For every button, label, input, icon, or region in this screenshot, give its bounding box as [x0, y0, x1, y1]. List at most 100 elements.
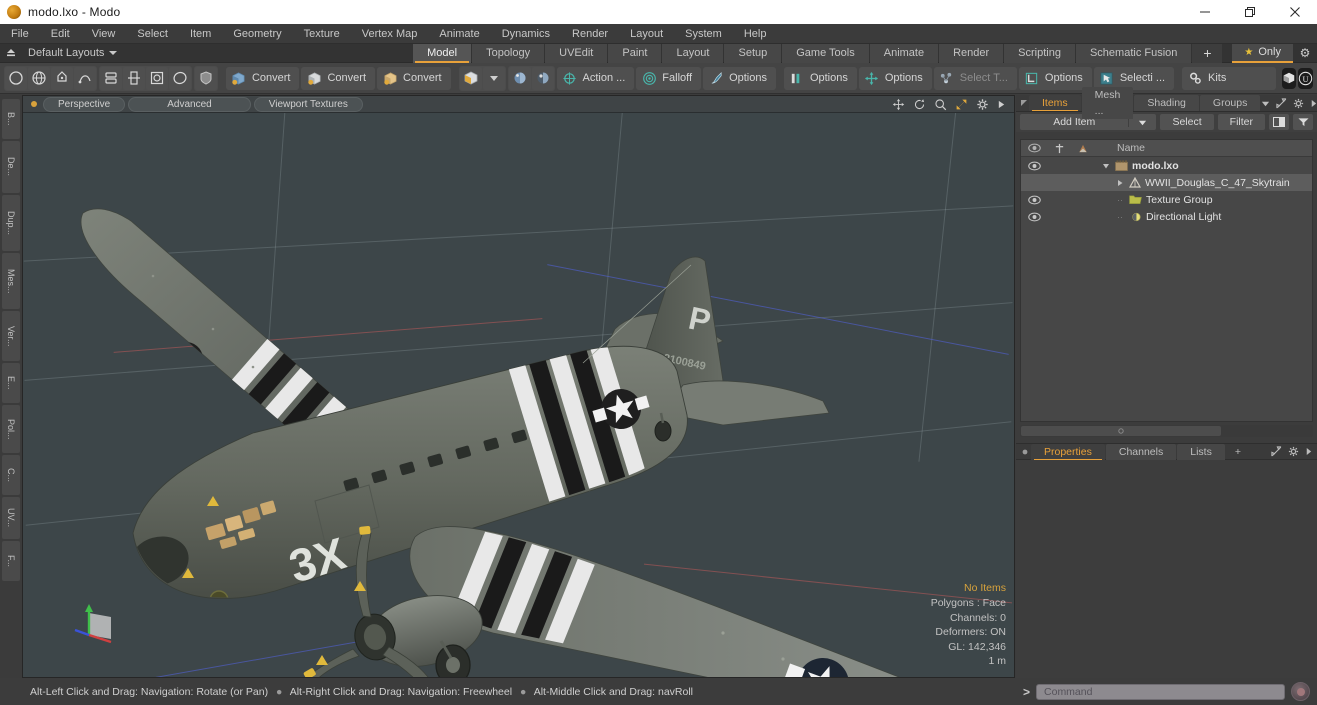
tab-groups[interactable]: Groups — [1199, 95, 1261, 111]
tab-shading[interactable]: Shading — [1134, 95, 1199, 111]
left-tool-tab-0[interactable]: B... — [2, 99, 20, 139]
menu-item-file[interactable]: File — [0, 24, 40, 44]
chevron-down-icon[interactable] — [1261, 99, 1270, 108]
menu-item-select[interactable]: Select — [126, 24, 179, 44]
sphere-blue-icon[interactable] — [508, 66, 531, 90]
ellipse-icon[interactable] — [169, 66, 191, 90]
menu-item-help[interactable]: Help — [733, 24, 778, 44]
more-icon[interactable] — [1305, 447, 1312, 456]
tab-mesh[interactable]: Mesh ... — [1081, 87, 1134, 119]
left-tool-tab-8[interactable]: UV... — [2, 497, 20, 539]
menu-item-view[interactable]: View — [81, 24, 127, 44]
convert-button-3[interactable]: Convert — [377, 66, 451, 90]
tree-row-name-cell[interactable]: ·· Texture Group — [1095, 194, 1213, 206]
restore-icon[interactable] — [1227, 0, 1272, 24]
shield-icon[interactable] — [195, 66, 217, 90]
eye-icon[interactable] — [1021, 195, 1047, 205]
left-tool-tab-9[interactable]: F... — [2, 541, 20, 581]
cube-dropdown-caret[interactable] — [482, 66, 505, 90]
circle-icon[interactable] — [5, 66, 27, 90]
funnel-icon[interactable] — [1293, 114, 1313, 130]
bezier-icon[interactable] — [74, 66, 96, 90]
tab-properties[interactable]: Properties — [1031, 443, 1105, 460]
menu-item-texture[interactable]: Texture — [293, 24, 351, 44]
layout-tab-game-tools[interactable]: Game Tools — [782, 43, 869, 63]
chevron-right-icon[interactable] — [1115, 179, 1125, 187]
move-options-button[interactable]: Options — [858, 66, 932, 90]
viewport-pill-perspective[interactable]: Perspective — [43, 96, 126, 112]
select-button[interactable]: Select — [1160, 114, 1214, 130]
left-tool-tab-1[interactable]: De... — [2, 141, 20, 193]
menu-item-item[interactable]: Item — [179, 24, 222, 44]
lasso-options-button[interactable]: Options — [1018, 66, 1092, 90]
only-toggle-button[interactable]: ★ Only — [1232, 43, 1293, 63]
tree-row-name-cell[interactable]: ·· Directional Light — [1095, 211, 1221, 223]
falloff-button[interactable]: Falloff — [636, 66, 702, 90]
pen-icon[interactable] — [51, 66, 73, 90]
zoom-icon[interactable] — [934, 98, 947, 111]
menu-item-dynamics[interactable]: Dynamics — [491, 24, 561, 44]
filter-button[interactable]: Filter — [1217, 114, 1265, 130]
cube-yellow-icon[interactable] — [459, 66, 482, 90]
viewport-pill-textures[interactable]: Viewport Textures — [253, 96, 363, 112]
select-through-button[interactable]: Select T... — [933, 66, 1017, 90]
tree-row[interactable]: ·· Texture Group — [1021, 191, 1312, 208]
more-icon[interactable] — [1310, 99, 1317, 108]
layout-tab-setup[interactable]: Setup — [724, 43, 782, 63]
close-icon[interactable] — [1272, 0, 1317, 24]
globe-icon[interactable] — [28, 66, 50, 90]
tab-channels[interactable]: Channels — [1105, 443, 1177, 460]
tree-row[interactable]: ·· Directional Light — [1021, 208, 1312, 225]
action-center-button[interactable]: Action ... — [556, 66, 635, 90]
left-tool-tab-3[interactable]: Mes... — [2, 253, 20, 309]
panel-toggle-icon[interactable] — [1269, 114, 1289, 130]
menu-item-render[interactable]: Render — [561, 24, 619, 44]
menu-item-animate[interactable]: Animate — [428, 24, 490, 44]
kits-button[interactable]: Kits — [1182, 66, 1277, 90]
viewport-gear-icon[interactable] — [976, 98, 989, 111]
add-layout-tab-button[interactable]: + — [1192, 43, 1223, 63]
viewport-menu-dot-icon[interactable] — [31, 101, 37, 107]
layout-tab-paint[interactable]: Paint — [608, 43, 662, 63]
tree-row-name-cell[interactable]: WWII_Douglas_C_47_Skytrain — [1095, 176, 1290, 189]
left-tool-tab-6[interactable]: Pol... — [2, 405, 20, 453]
tab-items[interactable]: Items — [1029, 95, 1081, 111]
fit-icon[interactable] — [955, 98, 968, 111]
bars-options-button[interactable]: Options — [783, 66, 857, 90]
chevron-down-icon[interactable] — [1101, 162, 1111, 170]
home-up-icon[interactable] — [0, 47, 22, 59]
pan-icon[interactable] — [892, 98, 905, 111]
sphere-dark-icon[interactable] — [531, 66, 554, 90]
gear-icon[interactable] — [1293, 98, 1304, 109]
viewport-more-icon[interactable] — [997, 99, 1006, 110]
gear-icon[interactable] — [1288, 446, 1299, 457]
unreal-badge-icon[interactable]: U — [1298, 67, 1314, 89]
left-tool-tab-2[interactable]: Dup... — [2, 195, 20, 251]
menu-item-edit[interactable]: Edit — [40, 24, 81, 44]
layout-tab-uvedit[interactable]: UVEdit — [545, 43, 608, 63]
menu-item-system[interactable]: System — [674, 24, 733, 44]
square-target-icon[interactable] — [146, 66, 168, 90]
menu-item-geometry[interactable]: Geometry — [222, 24, 292, 44]
brush-options-button[interactable]: Options — [703, 66, 776, 90]
left-tool-tab-7[interactable]: C... — [2, 455, 20, 495]
layout-tab-layout[interactable]: Layout — [662, 43, 724, 63]
minimize-icon[interactable] — [1182, 0, 1227, 24]
menu-item-layout[interactable]: Layout — [619, 24, 674, 44]
layout-tab-scripting[interactable]: Scripting — [1004, 43, 1075, 63]
layout-tab-topology[interactable]: Topology — [472, 43, 545, 63]
tree-row[interactable]: modo.lxo — [1021, 157, 1312, 174]
axis-icon[interactable] — [123, 66, 145, 90]
viewport-pill-advanced[interactable]: Advanced — [128, 96, 251, 112]
viewport-3d-canvas[interactable]: P 2100849 3X No Items Polygons: Face Ch… — [23, 113, 1014, 677]
menu-item-vertex-map[interactable]: Vertex Map — [351, 24, 429, 44]
properties-collapse-icon[interactable] — [1020, 448, 1030, 456]
record-icon[interactable] — [1291, 682, 1310, 701]
item-tree-hscrollbar[interactable] — [1020, 425, 1313, 437]
left-tool-tab-5[interactable]: E... — [2, 363, 20, 403]
layout-tab-animate[interactable]: Animate — [869, 43, 939, 63]
layers-icon[interactable] — [100, 66, 122, 90]
tree-row[interactable]: WWII_Douglas_C_47_Skytrain — [1021, 174, 1312, 191]
command-input[interactable]: Command — [1036, 683, 1285, 700]
expand-icon[interactable] — [1276, 97, 1287, 109]
